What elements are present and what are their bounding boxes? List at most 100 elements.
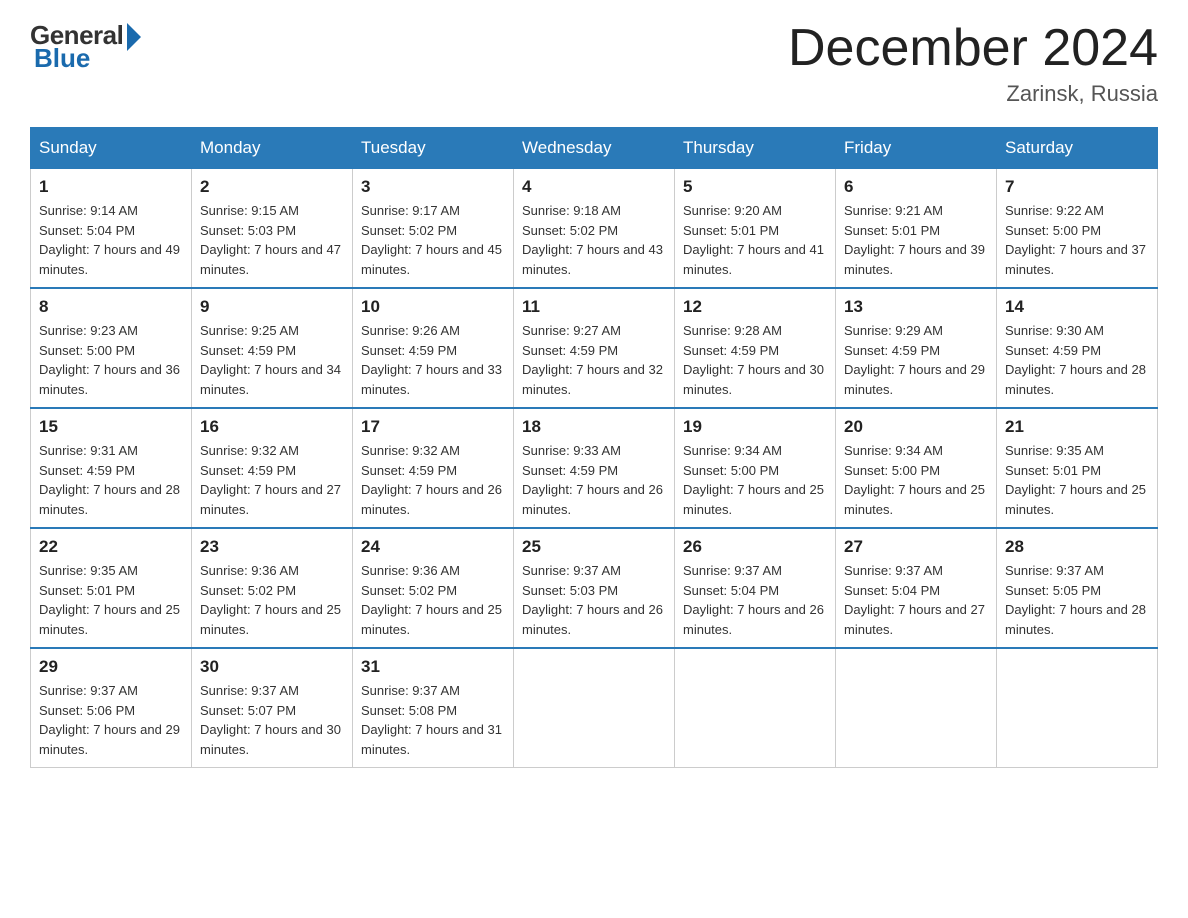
- day-number: 4: [522, 177, 666, 197]
- day-info: Sunrise: 9:22 AM Sunset: 5:00 PM Dayligh…: [1005, 201, 1149, 279]
- day-info: Sunrise: 9:35 AM Sunset: 5:01 PM Dayligh…: [39, 561, 183, 639]
- calendar-day-header: Wednesday: [514, 128, 675, 169]
- day-info: Sunrise: 9:30 AM Sunset: 4:59 PM Dayligh…: [1005, 321, 1149, 399]
- day-number: 3: [361, 177, 505, 197]
- calendar-day-cell: 9 Sunrise: 9:25 AM Sunset: 4:59 PM Dayli…: [192, 288, 353, 408]
- day-number: 9: [200, 297, 344, 317]
- day-number: 7: [1005, 177, 1149, 197]
- calendar-day-cell: [997, 648, 1158, 768]
- day-info: Sunrise: 9:29 AM Sunset: 4:59 PM Dayligh…: [844, 321, 988, 399]
- day-info: Sunrise: 9:37 AM Sunset: 5:05 PM Dayligh…: [1005, 561, 1149, 639]
- day-info: Sunrise: 9:32 AM Sunset: 4:59 PM Dayligh…: [200, 441, 344, 519]
- calendar-day-cell: 3 Sunrise: 9:17 AM Sunset: 5:02 PM Dayli…: [353, 169, 514, 289]
- calendar-day-cell: 16 Sunrise: 9:32 AM Sunset: 4:59 PM Dayl…: [192, 408, 353, 528]
- day-number: 19: [683, 417, 827, 437]
- day-info: Sunrise: 9:27 AM Sunset: 4:59 PM Dayligh…: [522, 321, 666, 399]
- calendar-day-cell: 4 Sunrise: 9:18 AM Sunset: 5:02 PM Dayli…: [514, 169, 675, 289]
- day-number: 20: [844, 417, 988, 437]
- day-info: Sunrise: 9:37 AM Sunset: 5:04 PM Dayligh…: [683, 561, 827, 639]
- day-info: Sunrise: 9:17 AM Sunset: 5:02 PM Dayligh…: [361, 201, 505, 279]
- calendar-day-header: Tuesday: [353, 128, 514, 169]
- calendar-day-cell: 1 Sunrise: 9:14 AM Sunset: 5:04 PM Dayli…: [31, 169, 192, 289]
- day-info: Sunrise: 9:15 AM Sunset: 5:03 PM Dayligh…: [200, 201, 344, 279]
- calendar-day-cell: 26 Sunrise: 9:37 AM Sunset: 5:04 PM Dayl…: [675, 528, 836, 648]
- day-number: 13: [844, 297, 988, 317]
- calendar-day-header: Thursday: [675, 128, 836, 169]
- calendar-day-cell: 28 Sunrise: 9:37 AM Sunset: 5:05 PM Dayl…: [997, 528, 1158, 648]
- day-info: Sunrise: 9:32 AM Sunset: 4:59 PM Dayligh…: [361, 441, 505, 519]
- calendar-day-cell: 22 Sunrise: 9:35 AM Sunset: 5:01 PM Dayl…: [31, 528, 192, 648]
- day-info: Sunrise: 9:37 AM Sunset: 5:07 PM Dayligh…: [200, 681, 344, 759]
- calendar-day-cell: 31 Sunrise: 9:37 AM Sunset: 5:08 PM Dayl…: [353, 648, 514, 768]
- day-number: 6: [844, 177, 988, 197]
- day-info: Sunrise: 9:36 AM Sunset: 5:02 PM Dayligh…: [361, 561, 505, 639]
- calendar-day-cell: [675, 648, 836, 768]
- calendar-week-row: 22 Sunrise: 9:35 AM Sunset: 5:01 PM Dayl…: [31, 528, 1158, 648]
- day-info: Sunrise: 9:36 AM Sunset: 5:02 PM Dayligh…: [200, 561, 344, 639]
- calendar-day-cell: 17 Sunrise: 9:32 AM Sunset: 4:59 PM Dayl…: [353, 408, 514, 528]
- calendar-day-cell: [836, 648, 997, 768]
- calendar-week-row: 1 Sunrise: 9:14 AM Sunset: 5:04 PM Dayli…: [31, 169, 1158, 289]
- calendar-day-cell: 10 Sunrise: 9:26 AM Sunset: 4:59 PM Dayl…: [353, 288, 514, 408]
- logo-arrow-icon: [127, 23, 141, 51]
- location-text: Zarinsk, Russia: [788, 81, 1158, 107]
- calendar-day-header: Friday: [836, 128, 997, 169]
- calendar-day-cell: 20 Sunrise: 9:34 AM Sunset: 5:00 PM Dayl…: [836, 408, 997, 528]
- calendar-day-cell: 29 Sunrise: 9:37 AM Sunset: 5:06 PM Dayl…: [31, 648, 192, 768]
- day-info: Sunrise: 9:37 AM Sunset: 5:08 PM Dayligh…: [361, 681, 505, 759]
- calendar-day-header: Saturday: [997, 128, 1158, 169]
- calendar-day-cell: 24 Sunrise: 9:36 AM Sunset: 5:02 PM Dayl…: [353, 528, 514, 648]
- day-number: 5: [683, 177, 827, 197]
- day-number: 18: [522, 417, 666, 437]
- calendar-header-row: SundayMondayTuesdayWednesdayThursdayFrid…: [31, 128, 1158, 169]
- day-info: Sunrise: 9:21 AM Sunset: 5:01 PM Dayligh…: [844, 201, 988, 279]
- calendar-week-row: 8 Sunrise: 9:23 AM Sunset: 5:00 PM Dayli…: [31, 288, 1158, 408]
- day-info: Sunrise: 9:37 AM Sunset: 5:03 PM Dayligh…: [522, 561, 666, 639]
- calendar-day-cell: 13 Sunrise: 9:29 AM Sunset: 4:59 PM Dayl…: [836, 288, 997, 408]
- calendar-week-row: 29 Sunrise: 9:37 AM Sunset: 5:06 PM Dayl…: [31, 648, 1158, 768]
- day-number: 1: [39, 177, 183, 197]
- day-number: 12: [683, 297, 827, 317]
- day-info: Sunrise: 9:23 AM Sunset: 5:00 PM Dayligh…: [39, 321, 183, 399]
- calendar-day-cell: 5 Sunrise: 9:20 AM Sunset: 5:01 PM Dayli…: [675, 169, 836, 289]
- day-number: 23: [200, 537, 344, 557]
- page-header: General Blue December 2024 Zarinsk, Russ…: [30, 20, 1158, 107]
- logo: General Blue: [30, 20, 141, 74]
- day-info: Sunrise: 9:18 AM Sunset: 5:02 PM Dayligh…: [522, 201, 666, 279]
- day-number: 2: [200, 177, 344, 197]
- day-number: 27: [844, 537, 988, 557]
- day-number: 31: [361, 657, 505, 677]
- day-info: Sunrise: 9:25 AM Sunset: 4:59 PM Dayligh…: [200, 321, 344, 399]
- day-number: 16: [200, 417, 344, 437]
- day-number: 22: [39, 537, 183, 557]
- day-number: 26: [683, 537, 827, 557]
- day-number: 15: [39, 417, 183, 437]
- day-info: Sunrise: 9:14 AM Sunset: 5:04 PM Dayligh…: [39, 201, 183, 279]
- calendar-day-cell: 12 Sunrise: 9:28 AM Sunset: 4:59 PM Dayl…: [675, 288, 836, 408]
- calendar-day-cell: 14 Sunrise: 9:30 AM Sunset: 4:59 PM Dayl…: [997, 288, 1158, 408]
- day-number: 10: [361, 297, 505, 317]
- day-number: 30: [200, 657, 344, 677]
- calendar-day-cell: 21 Sunrise: 9:35 AM Sunset: 5:01 PM Dayl…: [997, 408, 1158, 528]
- calendar-day-cell: 18 Sunrise: 9:33 AM Sunset: 4:59 PM Dayl…: [514, 408, 675, 528]
- day-info: Sunrise: 9:37 AM Sunset: 5:06 PM Dayligh…: [39, 681, 183, 759]
- calendar-day-cell: 11 Sunrise: 9:27 AM Sunset: 4:59 PM Dayl…: [514, 288, 675, 408]
- calendar-day-cell: 2 Sunrise: 9:15 AM Sunset: 5:03 PM Dayli…: [192, 169, 353, 289]
- calendar-day-cell: 6 Sunrise: 9:21 AM Sunset: 5:01 PM Dayli…: [836, 169, 997, 289]
- day-number: 17: [361, 417, 505, 437]
- day-number: 25: [522, 537, 666, 557]
- calendar-day-header: Sunday: [31, 128, 192, 169]
- day-info: Sunrise: 9:26 AM Sunset: 4:59 PM Dayligh…: [361, 321, 505, 399]
- day-number: 8: [39, 297, 183, 317]
- day-info: Sunrise: 9:28 AM Sunset: 4:59 PM Dayligh…: [683, 321, 827, 399]
- calendar-table: SundayMondayTuesdayWednesdayThursdayFrid…: [30, 127, 1158, 768]
- calendar-day-cell: 25 Sunrise: 9:37 AM Sunset: 5:03 PM Dayl…: [514, 528, 675, 648]
- calendar-week-row: 15 Sunrise: 9:31 AM Sunset: 4:59 PM Dayl…: [31, 408, 1158, 528]
- calendar-day-cell: [514, 648, 675, 768]
- day-number: 21: [1005, 417, 1149, 437]
- calendar-day-cell: 8 Sunrise: 9:23 AM Sunset: 5:00 PM Dayli…: [31, 288, 192, 408]
- day-number: 24: [361, 537, 505, 557]
- calendar-day-cell: 27 Sunrise: 9:37 AM Sunset: 5:04 PM Dayl…: [836, 528, 997, 648]
- day-info: Sunrise: 9:34 AM Sunset: 5:00 PM Dayligh…: [844, 441, 988, 519]
- day-number: 14: [1005, 297, 1149, 317]
